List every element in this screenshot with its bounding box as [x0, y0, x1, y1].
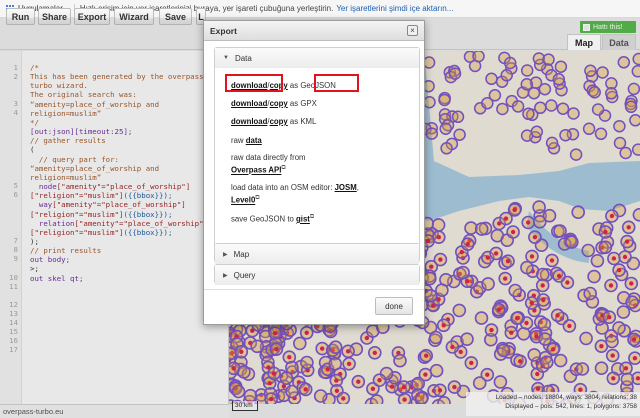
section-map-label: Map [233, 249, 250, 259]
copy-gpx-link[interactable]: copy [270, 99, 288, 108]
section-data: ▼ Data download/copy as GeoJSON download… [214, 47, 420, 257]
gist-row: save GeoJSON to gist⧉ [231, 214, 314, 224]
kml-format-label: as KML [287, 117, 317, 126]
level0-link[interactable]: Level0 [231, 196, 255, 205]
triangle-down-icon: ▼ [223, 55, 229, 61]
level0-row: Level0⧉ [231, 195, 260, 205]
external-link-icon: ⧉ [281, 165, 286, 171]
close-icon[interactable]: × [407, 25, 418, 36]
kml-row: download/copy as KML [231, 117, 316, 126]
gpx-format-label: as GPX [287, 99, 317, 108]
download-highlight [225, 74, 283, 92]
josm-link[interactable]: JOSM [335, 183, 357, 192]
gpx-row: download/copy as GPX [231, 99, 317, 108]
section-query-header[interactable]: ▶ Query [215, 265, 419, 285]
row-as-label: as [287, 81, 301, 90]
section-data-header[interactable]: ▼ Data [215, 48, 419, 68]
triangle-right-icon: ▶ [223, 272, 228, 279]
geojson-highlight [314, 74, 359, 92]
done-button[interactable]: done [375, 297, 413, 315]
section-map[interactable]: ▶ Map [214, 243, 420, 264]
dialog-footer-divider [204, 289, 424, 290]
section-query-label: Query [233, 270, 256, 280]
dialog-title: Export [204, 21, 424, 41]
section-data-label: Data [234, 53, 252, 63]
raw-data-row: raw data [231, 136, 262, 145]
osm-editor-row: load data into an OSM editor: JOSM, [231, 183, 359, 192]
overpass-api-link[interactable]: Overpass API [231, 166, 281, 175]
export-dialog: Export × ▼ Data download/copy as GeoJSON… [203, 20, 425, 325]
external-link-icon: ⧉ [255, 195, 260, 201]
import-bookmarks-link[interactable]: Yer işaretlerini şimdi içe aktarın... [336, 4, 453, 13]
download-gpx-link[interactable]: download [231, 99, 267, 108]
raw-direct-label: raw data directly from [231, 153, 306, 162]
external-link-icon: ⧉ [309, 214, 315, 220]
raw-data-link[interactable]: data [246, 136, 262, 145]
copy-kml-link[interactable]: copy [270, 117, 288, 126]
section-map-header[interactable]: ▶ Map [215, 244, 419, 264]
triangle-right-icon: ▶ [223, 251, 228, 258]
gist-label: save GeoJSON to [231, 214, 297, 224]
gist-link[interactable]: gist [296, 215, 310, 224]
download-kml-link[interactable]: download [231, 117, 267, 126]
overpass-api-row: Overpass API⧉ [231, 165, 286, 175]
osm-editor-label: load data into an OSM editor: [231, 183, 335, 192]
osm-separator: , [356, 183, 359, 192]
section-query[interactable]: ▶ Query [214, 264, 420, 285]
raw-label: raw [231, 136, 246, 145]
